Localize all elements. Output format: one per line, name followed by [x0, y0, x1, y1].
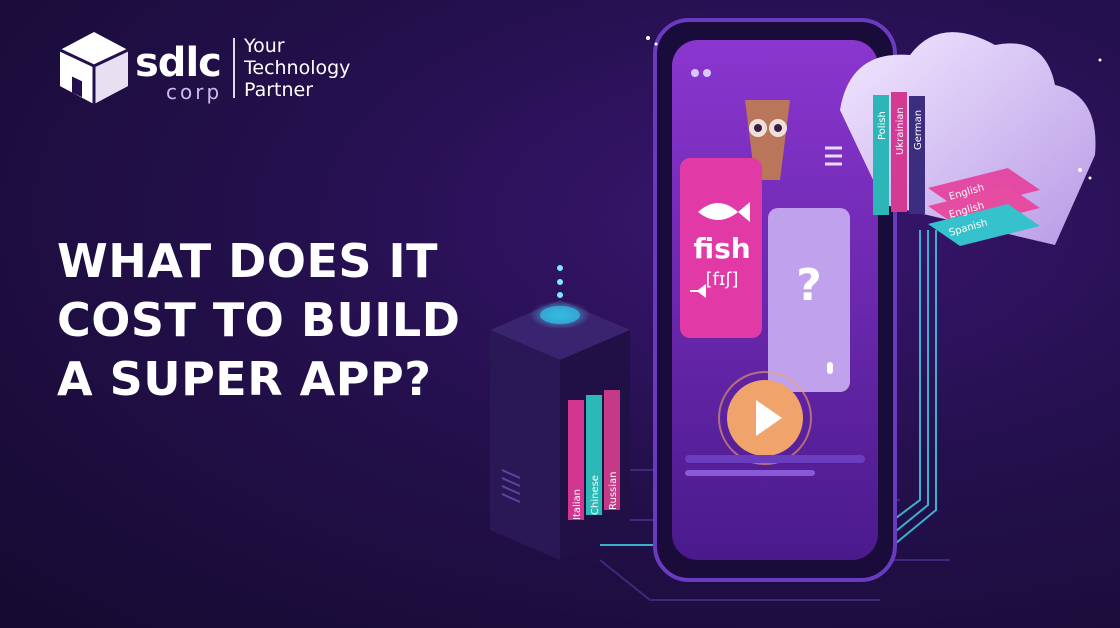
- book-label: Russian: [608, 471, 619, 510]
- book-label: Ukrainian: [895, 107, 906, 155]
- tagline-line: Partner: [244, 79, 314, 101]
- book-label: Italian: [572, 489, 583, 520]
- brand-sub: corp: [166, 80, 223, 104]
- title-line: WHAT DOES IT: [57, 234, 439, 288]
- super-app-illustration: Italian Chinese Russian fish [fɪʃ] ? Pol…: [490, 18, 1102, 601]
- card-word: fish: [693, 232, 750, 265]
- book-label: Polish: [877, 111, 888, 140]
- cloud-library: Polish Ukrainian German English English …: [840, 32, 1096, 246]
- microphone-icon: [827, 362, 833, 374]
- tagline-line: Your: [244, 35, 285, 57]
- tagline-line: Technology: [244, 57, 351, 79]
- title-line: A SUPER APP?: [57, 352, 432, 406]
- cube-logo-icon: [59, 32, 129, 104]
- logo-divider: [233, 38, 235, 98]
- word-card: fish [fɪʃ]: [680, 158, 762, 338]
- card-question: ?: [796, 260, 822, 311]
- server-tower: Italian Chinese Russian: [490, 265, 630, 560]
- tower-books: Italian Chinese Russian: [568, 390, 620, 520]
- page-title: WHAT DOES IT COST TO BUILD A SUPER APP?: [57, 232, 527, 409]
- brand-logo[interactable]: sdlc corp Your Technology Partner: [58, 30, 378, 105]
- question-card: ?: [768, 208, 850, 392]
- title-line: COST TO BUILD: [57, 293, 461, 347]
- book-label: Chinese: [590, 475, 601, 515]
- card-phonetic: [fɪʃ]: [705, 269, 738, 290]
- brand-tagline: Your Technology Partner: [244, 35, 350, 101]
- book-label: German: [913, 110, 924, 150]
- play-button: [718, 371, 812, 465]
- cloud-vertical-books: Polish Ukrainian German: [873, 92, 925, 215]
